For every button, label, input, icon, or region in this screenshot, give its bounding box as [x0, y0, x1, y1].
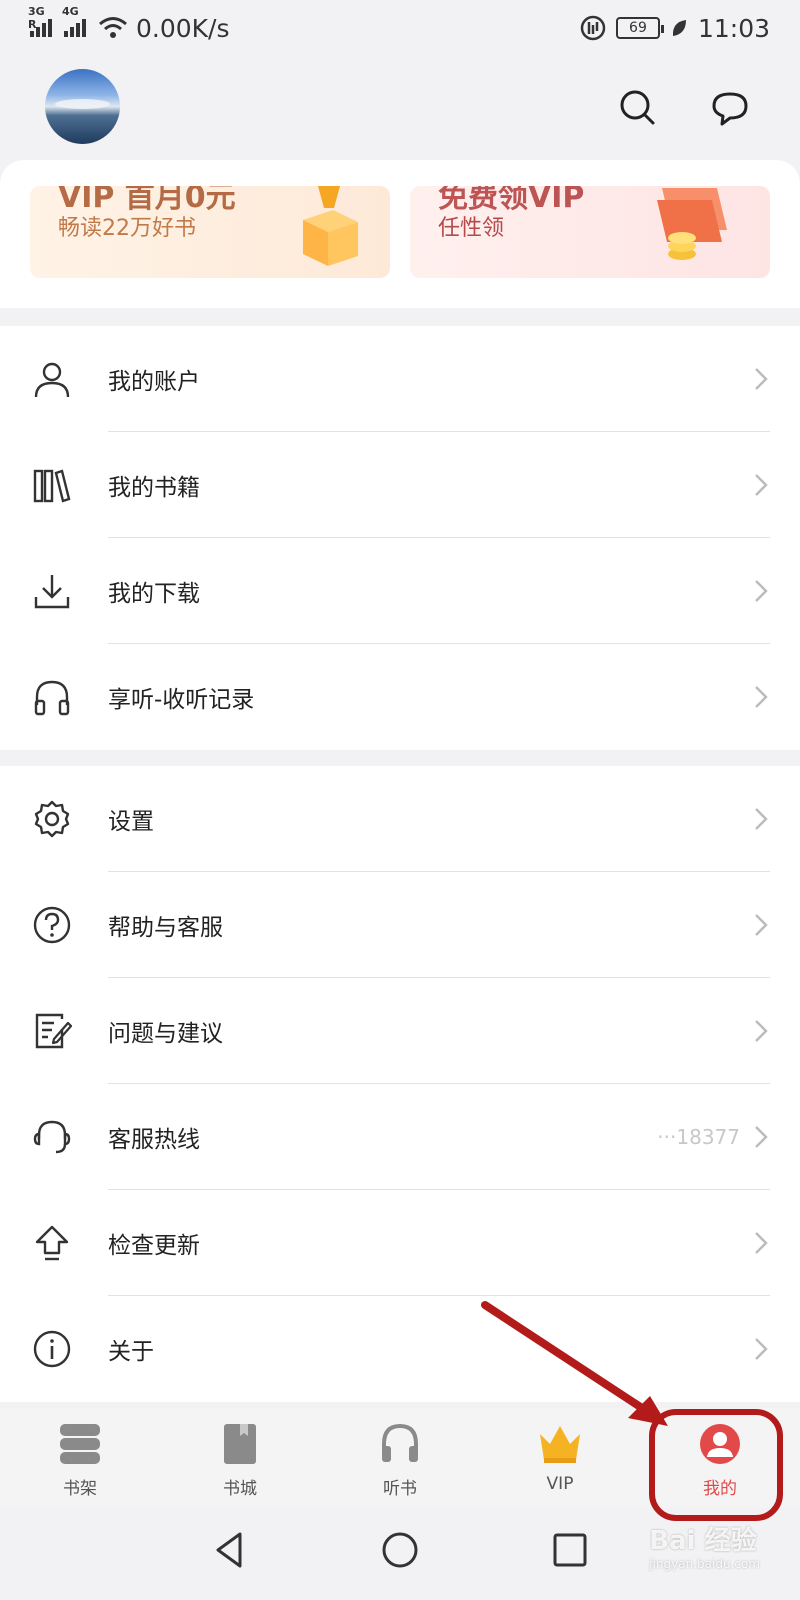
menu-group-settings: 设置 帮助与客服 问题与建议 客服热线 ···18377 检查更新 关于	[0, 766, 800, 1402]
info-icon	[33, 1330, 71, 1368]
chevron-right-icon	[755, 686, 768, 708]
help-icon	[33, 906, 71, 944]
profile-header	[0, 66, 800, 152]
menu-item-label: 我的账户	[108, 369, 200, 395]
card-coins-icon	[657, 188, 727, 260]
home-icon[interactable]	[380, 1530, 420, 1570]
bookshelf-icon	[60, 1424, 100, 1464]
feedback-icon	[35, 1013, 72, 1049]
menu-group-account: 我的账户 我的书籍 我的下载 享听-收听记录	[0, 326, 800, 750]
free-vip-card[interactable]: 免费领VIP 任性领	[410, 186, 770, 278]
headset-icon	[33, 1120, 71, 1154]
tab-mine[interactable]: 我的	[640, 1408, 800, 1508]
status-bar: 3G R 4G 0.00K/s 69 11:03	[0, 0, 800, 56]
avatar[interactable]	[45, 69, 120, 144]
menu-item-settings[interactable]: 设置	[0, 766, 800, 872]
tab-label: 我的	[703, 1479, 737, 1499]
search-icon[interactable]	[616, 86, 660, 130]
tab-label: VIP	[546, 1474, 574, 1494]
chevron-right-icon	[755, 1126, 768, 1148]
bottom-tab-bar: 书架 书城 听书 VIP 我的	[0, 1408, 800, 1508]
signal-4g-icon: 4G	[62, 5, 86, 37]
chevron-right-icon	[755, 1338, 768, 1360]
tab-label: 书架	[63, 1479, 97, 1499]
tab-bookstore[interactable]: 书城	[160, 1408, 320, 1508]
tab-vip[interactable]: VIP	[480, 1408, 640, 1508]
promo-subtitle: 任性领	[438, 216, 505, 241]
profile-icon	[700, 1424, 740, 1464]
menu-item-label: 我的书籍	[108, 475, 200, 501]
menu-item-check-update[interactable]: 检查更新	[0, 1190, 800, 1296]
gear-icon	[34, 800, 70, 838]
chevron-right-icon	[755, 474, 768, 496]
leaf-icon	[672, 20, 686, 36]
menu-item-label: 问题与建议	[108, 1021, 223, 1047]
menu-item-my-books[interactable]: 我的书籍	[0, 432, 800, 538]
promo-section: VIP 首月0元 畅读22万好书 免费领VIP 任性领	[0, 160, 800, 308]
tab-label: 书城	[223, 1479, 257, 1499]
menu-item-hotline[interactable]: 客服热线 ···18377	[0, 1084, 800, 1190]
back-icon[interactable]	[210, 1530, 250, 1570]
headphones-icon	[382, 1423, 418, 1462]
menu-item-listening-history[interactable]: 享听-收听记录	[0, 644, 800, 750]
signal-3g-icon: 3G R	[28, 5, 52, 37]
chevron-right-icon	[755, 1232, 768, 1254]
menu-item-about[interactable]: 关于	[0, 1296, 800, 1402]
watermark-text: Bai 经验	[649, 1526, 757, 1556]
message-icon[interactable]	[708, 86, 752, 130]
tab-audiobooks[interactable]: 听书	[320, 1408, 480, 1508]
gift-box-icon	[303, 186, 358, 266]
menu-item-help[interactable]: 帮助与客服	[0, 872, 800, 978]
data-saver-icon	[580, 15, 606, 41]
battery-indicator: 69	[615, 17, 664, 39]
tab-label: 听书	[383, 1479, 417, 1499]
chevron-right-icon	[755, 580, 768, 602]
menu-item-label: 我的下载	[108, 581, 200, 607]
headphones-icon	[34, 680, 70, 716]
recents-icon[interactable]	[550, 1530, 590, 1570]
update-icon	[35, 1225, 69, 1261]
books-icon	[33, 469, 71, 503]
menu-item-label: 关于	[108, 1339, 154, 1365]
menu-item-label: 享听-收听记录	[108, 687, 255, 713]
chevron-right-icon	[755, 808, 768, 830]
vip-first-month-card[interactable]: VIP 首月0元 畅读22万好书	[30, 186, 390, 278]
promo-subtitle: 畅读22万好书	[58, 216, 196, 241]
chevron-right-icon	[755, 368, 768, 390]
network-label: 3G R	[28, 5, 45, 31]
watermark-url: jingyan.baidu.com	[649, 1557, 760, 1571]
menu-item-feedback[interactable]: 问题与建议	[0, 978, 800, 1084]
clock: 11:03	[697, 13, 770, 43]
menu-item-label: 帮助与客服	[108, 915, 223, 941]
tab-bookshelf[interactable]: 书架	[0, 1408, 160, 1508]
network-speed: 0.00K/s	[136, 13, 230, 43]
crown-icon	[540, 1426, 580, 1463]
chevron-right-icon	[755, 1020, 768, 1042]
chevron-right-icon	[755, 914, 768, 936]
menu-item-label: 检查更新	[108, 1233, 200, 1259]
wifi-icon	[99, 17, 127, 38]
menu-item-label: 客服热线	[108, 1127, 200, 1153]
bookstore-icon	[224, 1424, 256, 1464]
watermark: Bai 经验 jingyan.baidu.com	[649, 1520, 760, 1571]
download-icon	[34, 575, 70, 609]
network-label: 4G	[62, 5, 79, 18]
menu-item-my-downloads[interactable]: 我的下载	[0, 538, 800, 644]
hotline-number: ···18377	[657, 1125, 740, 1149]
menu-item-label: 设置	[108, 809, 154, 835]
user-icon	[34, 362, 70, 398]
menu-item-my-account[interactable]: 我的账户	[0, 326, 800, 432]
